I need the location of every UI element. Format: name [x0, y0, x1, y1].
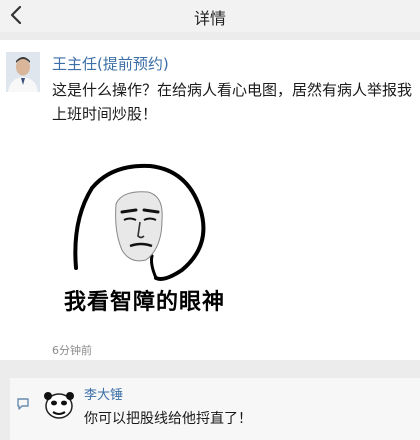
comment-icon — [16, 396, 30, 410]
post-text: 这是什么操作？在给病人看心电图，居然有病人举报我上班时间炒股！ — [52, 81, 413, 123]
top-bar: 详情 — [0, 0, 420, 32]
reply-text: 你可以把股线给他捋直了！ — [84, 411, 252, 427]
reply-author[interactable]: 李大锤 — [84, 384, 123, 403]
author-avatar[interactable] — [6, 52, 40, 92]
post-author[interactable]: 王主任(提前预约) — [52, 53, 169, 74]
post-card: 王主任(提前预约) 这是什么操作？在给病人看心电图，居然有病人举报我上班时间炒股… — [0, 40, 420, 360]
meme-image[interactable]: 我看智障的眼神 — [52, 160, 272, 340]
post-timestamp: 6分钟前 — [52, 344, 92, 357]
page-title: 详情 — [193, 9, 226, 28]
reply-item[interactable]: 李大锤 你可以把股线给他捋直了！ — [10, 378, 420, 440]
reply-avatar[interactable] — [42, 388, 76, 422]
meme-caption: 我看智障的眼神 — [64, 290, 226, 315]
